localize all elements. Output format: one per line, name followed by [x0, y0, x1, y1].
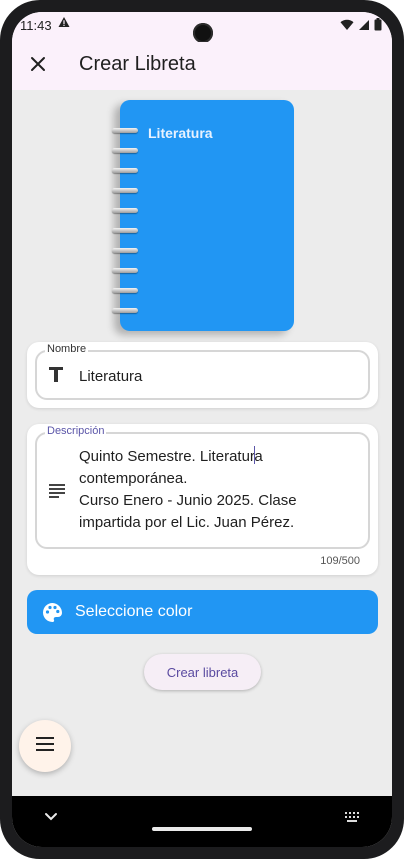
name-field-value: Literatura: [79, 368, 143, 385]
status-time: 11:43: [20, 18, 52, 33]
notebook-ring: [112, 188, 138, 193]
description-card: Descripción Quinto Semestre. Literatura …: [27, 424, 378, 575]
status-icons: [340, 18, 382, 34]
wifi-icon: [340, 19, 354, 34]
notebook-ring: [112, 148, 138, 153]
close-icon: [30, 56, 46, 77]
page-title: Crear Libreta: [79, 53, 196, 75]
notebook-ring: [112, 228, 138, 233]
menu-icon: [36, 736, 54, 756]
keyboard-icon[interactable]: [344, 810, 360, 828]
notebook-ring: [112, 268, 138, 273]
signal-icon: [358, 19, 370, 34]
create-notebook-button[interactable]: Crear libreta: [144, 654, 261, 690]
warning-icon: [58, 16, 70, 31]
menu-fab[interactable]: [19, 720, 71, 772]
notebook-ring: [112, 288, 138, 293]
description-field[interactable]: Descripción Quinto Semestre. Literatura …: [35, 425, 370, 549]
select-color-button[interactable]: Seleccione color: [27, 590, 378, 634]
palette-icon: [42, 602, 63, 628]
description-field-value: Quinto Semestre. Literatura contemporáne…: [79, 446, 327, 534]
camera-cutout: [193, 23, 213, 43]
notebook-title: Literatura: [148, 125, 213, 141]
screen: 11:43 Crear Libreta Literatura Nombre Li…: [12, 12, 392, 847]
home-gesture-bar[interactable]: [152, 827, 252, 831]
status-bar: 11:43: [12, 12, 392, 43]
notebook-ring: [112, 128, 138, 133]
navigation-bar: [12, 796, 392, 847]
character-counter: 109/500: [320, 555, 360, 567]
notebook-ring: [112, 308, 138, 313]
description-field-label: Descripción: [45, 425, 107, 437]
name-field[interactable]: Nombre Literatura: [35, 343, 370, 400]
app-bar: Crear Libreta: [12, 42, 392, 90]
close-button[interactable]: [24, 52, 52, 80]
device-frame: 11:43 Crear Libreta Literatura Nombre Li…: [0, 0, 404, 859]
text-format-icon: [49, 367, 63, 382]
notes-icon: [49, 484, 65, 498]
notebook-preview: Literatura: [112, 100, 294, 331]
name-field-label: Nombre: [45, 343, 89, 355]
notebook-ring: [112, 208, 138, 213]
chevron-down-icon[interactable]: [44, 809, 58, 827]
description-text-before-cursor: Quinto Semestre. Literatur: [79, 448, 255, 465]
name-card: Nombre Literatura: [27, 342, 378, 408]
select-color-label: Seleccione color: [75, 603, 193, 620]
battery-icon: [374, 18, 382, 34]
notebook-ring: [112, 248, 138, 253]
notebook-ring: [112, 168, 138, 173]
